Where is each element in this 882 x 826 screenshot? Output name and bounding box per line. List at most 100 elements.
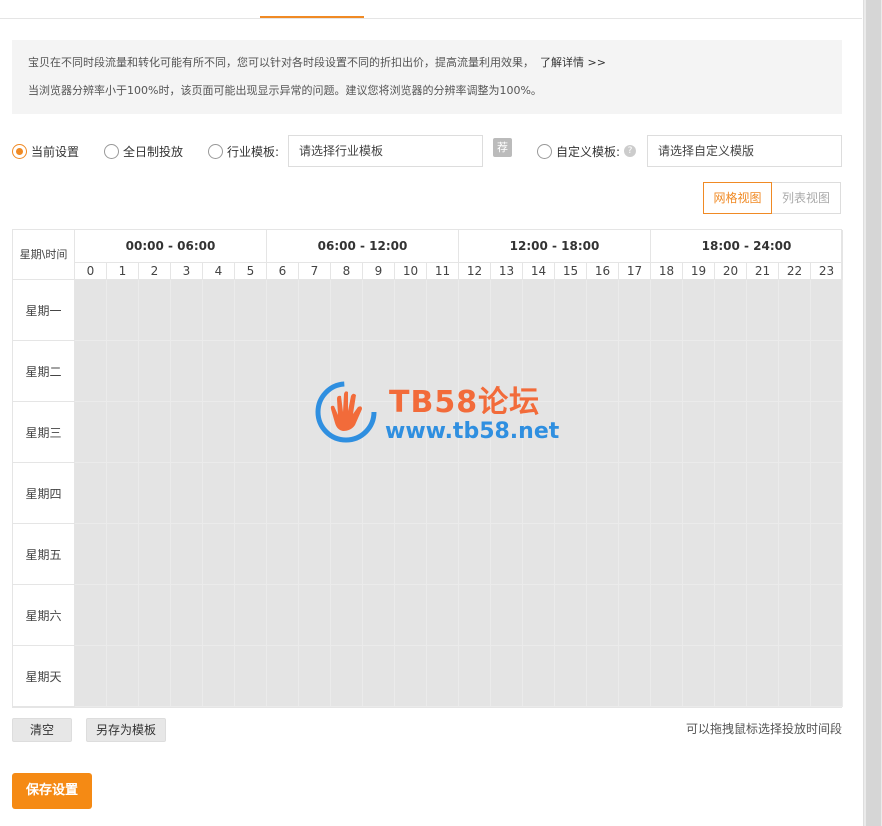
schedule-cell[interactable]	[523, 280, 555, 341]
schedule-cell[interactable]	[715, 463, 747, 524]
schedule-cell[interactable]	[779, 524, 811, 585]
scrollbar-thumb[interactable]	[866, 0, 881, 826]
schedule-cell[interactable]	[107, 646, 139, 707]
schedule-cell[interactable]	[587, 402, 619, 463]
schedule-cell[interactable]	[139, 341, 171, 402]
schedule-cell[interactable]	[171, 402, 203, 463]
schedule-cell[interactable]	[811, 402, 843, 463]
schedule-cell[interactable]	[747, 341, 779, 402]
schedule-cell[interactable]	[811, 646, 843, 707]
schedule-cell[interactable]	[235, 646, 267, 707]
grid-view-button[interactable]: 网格视图	[703, 182, 772, 214]
schedule-cell[interactable]	[523, 341, 555, 402]
schedule-cell[interactable]	[139, 524, 171, 585]
schedule-cell[interactable]	[523, 585, 555, 646]
schedule-cell[interactable]	[299, 585, 331, 646]
schedule-cell[interactable]	[171, 646, 203, 707]
schedule-cell[interactable]	[331, 463, 363, 524]
schedule-cell[interactable]	[203, 402, 235, 463]
schedule-cell[interactable]	[299, 646, 331, 707]
schedule-cell[interactable]	[715, 341, 747, 402]
schedule-cell[interactable]	[203, 646, 235, 707]
schedule-cell[interactable]	[747, 646, 779, 707]
schedule-cell[interactable]	[267, 585, 299, 646]
schedule-cell[interactable]	[491, 402, 523, 463]
schedule-cell[interactable]	[267, 402, 299, 463]
schedule-cell[interactable]	[107, 280, 139, 341]
schedule-cell[interactable]	[555, 463, 587, 524]
schedule-cell[interactable]	[651, 280, 683, 341]
schedule-cell[interactable]	[267, 646, 299, 707]
schedule-cell[interactable]	[299, 402, 331, 463]
list-view-button[interactable]: 列表视图	[772, 182, 841, 214]
schedule-cell[interactable]	[715, 280, 747, 341]
schedule-cell[interactable]	[587, 646, 619, 707]
schedule-cell[interactable]	[587, 524, 619, 585]
schedule-cell[interactable]	[299, 524, 331, 585]
schedule-cell[interactable]	[811, 585, 843, 646]
schedule-cell[interactable]	[427, 524, 459, 585]
schedule-cell[interactable]	[267, 341, 299, 402]
schedule-cell[interactable]	[203, 280, 235, 341]
schedule-cell[interactable]	[75, 524, 107, 585]
schedule-cell[interactable]	[107, 341, 139, 402]
schedule-cell[interactable]	[587, 341, 619, 402]
schedule-grid[interactable]: 星期\时间 00:00 - 06:00 06:00 - 12:00 12:00 - …	[12, 229, 843, 708]
schedule-cell[interactable]	[715, 585, 747, 646]
schedule-cell[interactable]	[75, 280, 107, 341]
radio-current-setting[interactable]: 当前设置	[12, 143, 79, 159]
schedule-cell[interactable]	[683, 280, 715, 341]
schedule-cell[interactable]	[491, 341, 523, 402]
schedule-cell[interactable]	[203, 341, 235, 402]
schedule-cell[interactable]	[267, 463, 299, 524]
schedule-cell[interactable]	[747, 585, 779, 646]
schedule-cell[interactable]	[683, 341, 715, 402]
schedule-cell[interactable]	[459, 280, 491, 341]
schedule-cell[interactable]	[747, 524, 779, 585]
schedule-cell[interactable]	[363, 585, 395, 646]
schedule-cell[interactable]	[395, 463, 427, 524]
schedule-cell[interactable]	[715, 646, 747, 707]
schedule-cell[interactable]	[171, 524, 203, 585]
schedule-cell[interactable]	[491, 280, 523, 341]
schedule-cell[interactable]	[459, 585, 491, 646]
schedule-cell[interactable]	[779, 341, 811, 402]
schedule-cell[interactable]	[267, 524, 299, 585]
schedule-cell[interactable]	[363, 402, 395, 463]
schedule-cell[interactable]	[427, 280, 459, 341]
schedule-cell[interactable]	[459, 463, 491, 524]
schedule-cell[interactable]	[139, 646, 171, 707]
schedule-cell[interactable]	[747, 280, 779, 341]
schedule-cell[interactable]	[459, 402, 491, 463]
schedule-cell[interactable]	[395, 402, 427, 463]
schedule-cell[interactable]	[779, 402, 811, 463]
schedule-cell[interactable]	[459, 646, 491, 707]
schedule-cell[interactable]	[235, 341, 267, 402]
schedule-cell[interactable]	[523, 402, 555, 463]
schedule-cell[interactable]	[811, 524, 843, 585]
schedule-cell[interactable]	[139, 463, 171, 524]
schedule-cell[interactable]	[587, 463, 619, 524]
schedule-cell[interactable]	[555, 524, 587, 585]
schedule-cell[interactable]	[427, 463, 459, 524]
radio-industry-template[interactable]: 行业模板:	[208, 143, 279, 159]
schedule-cell[interactable]	[363, 646, 395, 707]
schedule-cell[interactable]	[363, 463, 395, 524]
schedule-cell[interactable]	[491, 585, 523, 646]
schedule-cell[interactable]	[395, 280, 427, 341]
schedule-cell[interactable]	[139, 280, 171, 341]
schedule-cell[interactable]	[651, 463, 683, 524]
schedule-cell[interactable]	[235, 585, 267, 646]
recommend-icon[interactable]: 荐	[493, 138, 512, 157]
schedule-cell[interactable]	[427, 646, 459, 707]
schedule-cell[interactable]	[427, 402, 459, 463]
schedule-cell[interactable]	[235, 524, 267, 585]
schedule-cell[interactable]	[331, 646, 363, 707]
schedule-cell[interactable]	[363, 341, 395, 402]
schedule-cell[interactable]	[331, 524, 363, 585]
schedule-cell[interactable]	[171, 463, 203, 524]
schedule-cell[interactable]	[395, 585, 427, 646]
learn-more-link[interactable]: 了解详情 >>	[540, 56, 606, 69]
schedule-cell[interactable]	[619, 524, 651, 585]
schedule-cell[interactable]	[555, 280, 587, 341]
